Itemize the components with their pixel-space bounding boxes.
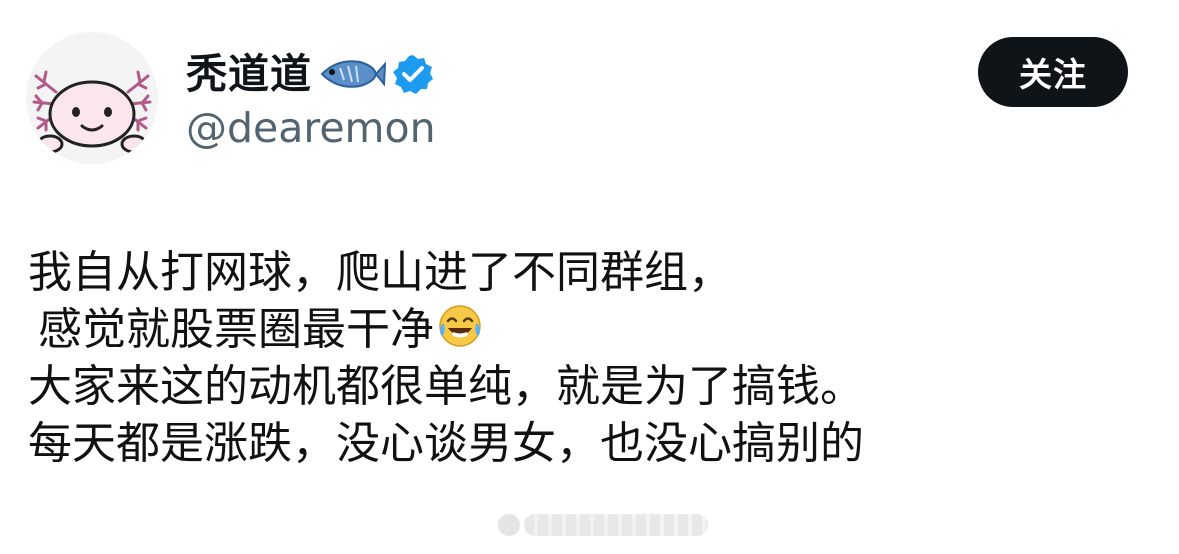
tweet-line-2: 感觉就股票圈最干净 — [28, 301, 1148, 358]
author-handle[interactable]: @dearemon — [186, 104, 436, 153]
tweet-line-2-text: 感觉就股票圈最干净 — [38, 304, 434, 355]
tweet-card: 秃道道 @dearemon 关注 我自从打网球，爬山进了不同群组， 感觉就股票圈… — [0, 0, 1179, 554]
fish-icon — [320, 60, 386, 88]
tweet-line-1: 我自从打网球，爬山进了不同群组， — [28, 247, 732, 298]
watermark — [498, 508, 708, 542]
follow-button[interactable]: 关注 — [978, 37, 1128, 107]
watermark-text-blur — [524, 514, 708, 536]
verified-badge-icon — [393, 55, 433, 94]
axolotl-avatar-icon — [26, 32, 158, 164]
tweet-line-4: 每天都是涨跌，没心谈男女，也没心搞别的 — [28, 418, 864, 469]
tweet-text: 我自从打网球，爬山进了不同群组， 感觉就股票圈最干净 大家来这的动机都很单纯，就… — [28, 244, 1148, 472]
watermark-logo-icon — [498, 514, 520, 536]
avatar[interactable] — [26, 32, 158, 164]
tweet-line-3: 大家来这的动机都很单纯，就是为了搞钱。 — [28, 361, 864, 412]
author-name-row: 秃道道 — [186, 44, 434, 104]
face-with-tears-of-joy-icon — [439, 305, 481, 347]
author-display-name[interactable]: 秃道道 — [186, 53, 312, 95]
